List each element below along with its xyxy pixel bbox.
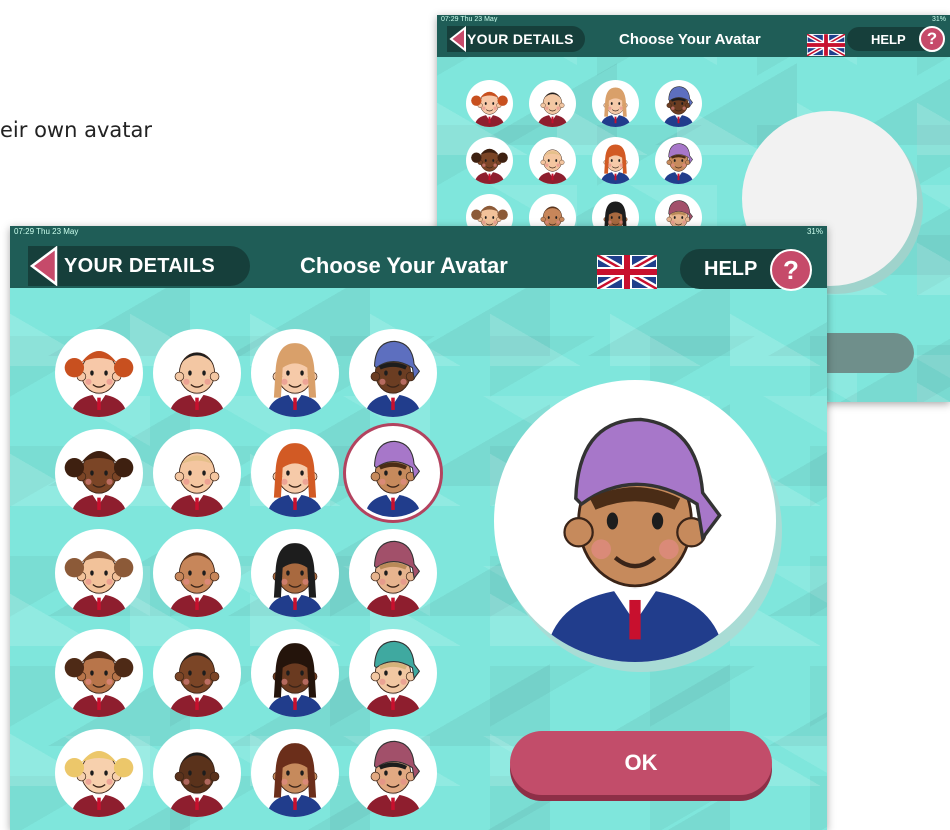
avatar-option[interactable] — [529, 137, 576, 184]
avatar-option[interactable] — [251, 629, 339, 717]
avatar-face-icon — [266, 443, 324, 517]
avatar-option[interactable] — [349, 729, 437, 817]
back-arrow-icon — [29, 246, 58, 286]
avatar-face-icon — [168, 552, 226, 617]
page-title: Choose Your Avatar — [619, 31, 761, 48]
avatar-face-icon — [64, 451, 134, 517]
avatar-face-icon — [600, 144, 631, 184]
avatar-face-icon — [364, 340, 422, 417]
uk-flag-icon[interactable] — [807, 34, 845, 56]
avatar-face-icon — [471, 91, 508, 127]
avatar-option[interactable] — [55, 429, 143, 517]
avatar-option[interactable] — [349, 429, 437, 517]
uk-flag-icon[interactable] — [597, 255, 657, 289]
avatar-face-icon — [663, 143, 694, 184]
avatar-option[interactable] — [529, 80, 576, 127]
avatar-face-icon — [168, 352, 226, 417]
front-screenshot: 07:29 Thu 23 May 31% YOUR DETAILS Choose… — [10, 226, 827, 830]
back-button-label: YOUR DETAILS — [467, 31, 574, 47]
avatar-option[interactable] — [55, 329, 143, 417]
ok-button[interactable]: OK — [510, 731, 772, 795]
avatar-face-icon — [168, 752, 226, 817]
avatar-option[interactable] — [655, 137, 702, 184]
avatar-face-icon — [64, 651, 134, 717]
caption-text: eir own avatar — [0, 118, 152, 142]
avatar-face-icon — [364, 440, 422, 517]
avatar-option[interactable] — [349, 629, 437, 717]
status-date: Thu 23 May — [36, 227, 79, 236]
back-button[interactable]: YOUR DETAILS — [28, 246, 250, 286]
avatar-option[interactable] — [592, 80, 639, 127]
avatar-face-icon — [471, 148, 508, 184]
avatar-option[interactable] — [153, 329, 241, 417]
avatar-face-icon — [168, 452, 226, 517]
avatar-option[interactable] — [251, 329, 339, 417]
avatar-face-icon — [64, 751, 134, 817]
back-button[interactable]: YOUR DETAILS — [447, 26, 585, 52]
avatar-preview — [494, 380, 776, 662]
avatar-option[interactable] — [55, 629, 143, 717]
avatar-face-icon — [64, 351, 134, 417]
help-question-icon: ? — [770, 249, 812, 291]
avatar-face-icon — [600, 87, 631, 127]
back-button-label: YOUR DETAILS — [64, 254, 216, 277]
avatar-option[interactable] — [153, 629, 241, 717]
back-arrow-icon — [449, 26, 466, 52]
avatar-option[interactable] — [55, 729, 143, 817]
avatar-face-icon — [266, 343, 324, 417]
avatar-face-icon — [364, 640, 422, 717]
help-button[interactable]: HELP ? — [847, 26, 945, 52]
avatar-face-icon — [266, 643, 324, 717]
avatar-option[interactable] — [592, 137, 639, 184]
avatar-option[interactable] — [466, 137, 513, 184]
avatar-face-icon — [266, 743, 324, 817]
avatar-face-icon — [663, 86, 694, 127]
avatar-option[interactable] — [655, 80, 702, 127]
help-question-icon: ? — [919, 26, 945, 52]
avatar-option[interactable] — [55, 529, 143, 617]
help-label: HELP — [871, 31, 906, 47]
avatar-option[interactable] — [251, 529, 339, 617]
avatar-face-icon — [64, 551, 134, 617]
top-bar: YOUR DETAILS Choose Your Avatar HELP ? — [437, 22, 950, 57]
avatar-option[interactable] — [153, 429, 241, 517]
avatar-face-icon — [364, 540, 422, 617]
selected-avatar-face-icon — [544, 417, 726, 662]
page-title: Choose Your Avatar — [300, 253, 508, 278]
avatar-option[interactable] — [466, 80, 513, 127]
help-button[interactable]: HELP ? — [680, 249, 812, 291]
avatar-face-icon — [266, 543, 324, 617]
avatar-option[interactable] — [251, 729, 339, 817]
avatar-grid — [55, 329, 437, 829]
avatar-face-icon — [168, 652, 226, 717]
avatar-option[interactable] — [349, 529, 437, 617]
avatar-option[interactable] — [251, 429, 339, 517]
avatar-option[interactable] — [153, 529, 241, 617]
status-time: 07:29 — [14, 227, 35, 236]
avatar-face-icon — [537, 92, 568, 127]
avatar-option[interactable] — [153, 729, 241, 817]
help-label: HELP — [704, 257, 758, 280]
avatar-face-icon — [364, 740, 422, 817]
avatar-option[interactable] — [349, 329, 437, 417]
top-bar: YOUR DETAILS Choose Your Avatar HELP ? — [10, 236, 827, 291]
avatar-face-icon — [537, 149, 568, 184]
